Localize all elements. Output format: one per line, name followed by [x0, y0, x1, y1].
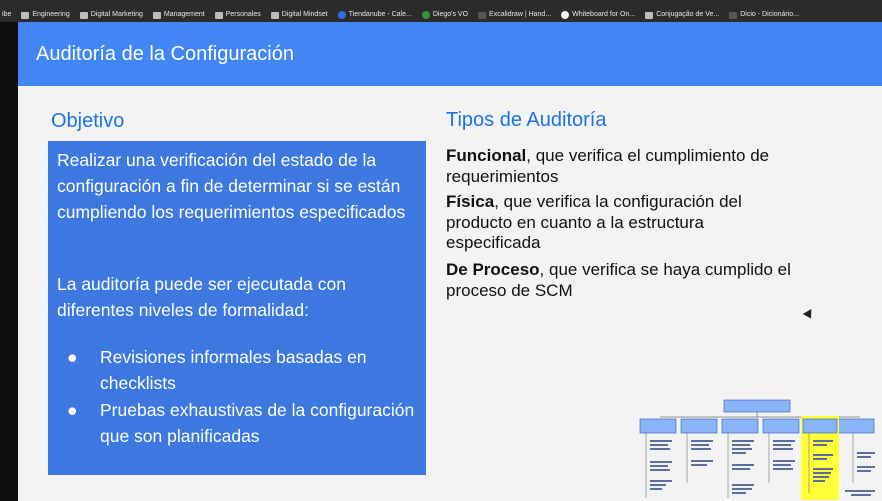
bookmark-label: Whiteboard for On...	[572, 11, 636, 18]
scm-hierarchy-diagram	[639, 399, 875, 500]
diagram-root-box	[723, 399, 791, 413]
tipo-proceso: De Proceso, que verifica se haya cumplid…	[446, 260, 796, 301]
diagram-box	[639, 418, 677, 434]
tipo-name: De Proceso	[446, 260, 540, 279]
folder-icon	[152, 11, 161, 19]
folder-icon	[214, 11, 223, 19]
bullet-text: Revisiones informales basadas en checkli…	[100, 347, 367, 393]
diagram-box	[762, 418, 800, 434]
bookmark-label: Tiendanube - Cale...	[348, 11, 412, 18]
bookmark-item[interactable]: Diego's VO	[421, 8, 469, 22]
bookmark-label: ibe	[2, 11, 12, 18]
bookmark-label: Diego's VO	[432, 11, 469, 18]
bookmark-label: Engineering	[32, 11, 70, 18]
diagram-box	[802, 418, 838, 434]
bookmark-label: Conjugação de Ve...	[656, 11, 720, 18]
tipos-heading: Tipos de Auditoría	[446, 109, 607, 131]
diagram-box	[721, 418, 759, 434]
objetivo-paragraph-2: La auditoría puede ser ejecutada con dif…	[57, 274, 346, 320]
bookmark-label: Excalidraw | Hand...	[489, 11, 552, 18]
folder-icon	[79, 11, 88, 19]
bookmark-label: Dicio - Dicionário...	[740, 11, 799, 18]
bookmark-item[interactable]: Excalidraw | Hand...	[478, 8, 551, 22]
bookmark-item[interactable]: Dicio - Dicionário...	[729, 8, 799, 22]
tipo-name: Funcional	[446, 146, 527, 165]
bookmarks-bar: ibe Engineering Digital Marketing Manage…	[0, 8, 882, 22]
bookmark-item[interactable]: Digital Marketing	[79, 8, 143, 22]
diagram-box	[680, 418, 718, 434]
site-icon	[645, 11, 654, 19]
bookmark-item[interactable]: Whiteboard for On...	[561, 8, 635, 22]
bookmark-label: Personales	[225, 11, 261, 18]
bookmark-label: Digital Marketing	[90, 11, 143, 18]
browser-top-strip	[0, 0, 882, 8]
dicio-icon	[729, 11, 738, 19]
bullet-icon: ●	[67, 347, 78, 367]
left-margin	[0, 22, 18, 501]
bookmark-item[interactable]: Engineering	[21, 8, 70, 22]
bookmark-label: Management	[163, 11, 205, 18]
bookmark-item[interactable]: Tiendanube - Cale...	[337, 8, 412, 22]
objetivo-heading: Objetivo	[51, 110, 125, 132]
bookmark-item[interactable]: Conjugação de Ve...	[645, 8, 719, 22]
tiendanube-icon	[337, 11, 346, 19]
bookmark-item[interactable]: Management	[152, 8, 205, 22]
bookmark-item[interactable]: Digital Mindset	[270, 8, 328, 22]
bookmark-label: Digital Mindset	[281, 11, 328, 18]
slide: Auditoría de la Configuración Objetivo R…	[18, 22, 882, 501]
folder-icon	[270, 11, 279, 19]
objetivo-paragraph-1: Realizar una verificación del estado de …	[57, 150, 406, 222]
tipo-fisica: Física, que verifica la configuración de…	[446, 192, 796, 254]
whiteboard-icon	[561, 11, 570, 19]
excalidraw-icon	[478, 11, 487, 19]
objetivo-box: Realizar una verificación del estado de …	[48, 141, 426, 475]
tipo-name: Física	[446, 192, 495, 211]
bookmark-item[interactable]: Personales	[214, 8, 261, 22]
bookmark-item[interactable]: ibe	[2, 8, 11, 22]
folder-icon	[21, 11, 30, 19]
bullet-text: Pruebas exhaustivas de la configuración …	[100, 400, 415, 446]
mouse-cursor-icon	[802, 309, 816, 321]
slide-header: Auditoría de la Configuración	[18, 22, 882, 86]
tipo-funcional: Funcional, que verifica el cumplimiento …	[446, 146, 796, 187]
slide-title: Auditoría de la Configuración	[36, 43, 294, 65]
site-icon	[421, 11, 430, 19]
bullet-icon: ●	[67, 400, 78, 420]
